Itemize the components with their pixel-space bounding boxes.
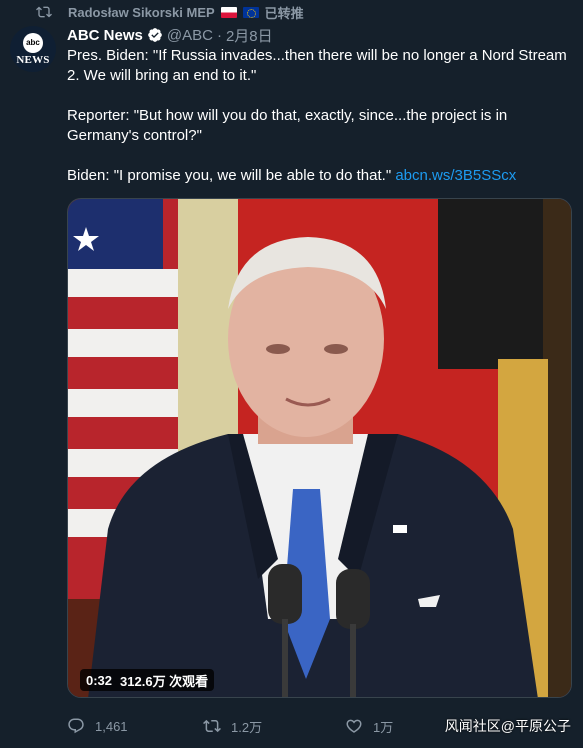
tweet-date[interactable]: 2月8日 <box>226 25 273 46</box>
poland-flag-icon <box>220 6 237 18</box>
tweet-body: Pres. Biden: "If Russia invades...then t… <box>67 46 572 186</box>
avatar[interactable]: abc NEWS <box>10 26 56 72</box>
article-link[interactable]: abcn.ws/3B5SScx <box>395 167 516 184</box>
retweet-icon <box>36 6 52 18</box>
video-player[interactable] <box>67 198 572 698</box>
tweet-quote: Biden: "I promise you, we will be able t… <box>67 167 392 184</box>
retweeted-label: 已转推 <box>264 5 304 21</box>
retweet-context: Radosław Sikorski MEP 已转推 <box>36 2 304 22</box>
retweet-count: 1.2万 <box>231 719 263 735</box>
separator-dot: · <box>216 26 222 44</box>
verified-badge-icon <box>148 28 162 42</box>
video-views: 312.6万 次观看 <box>120 673 209 689</box>
abc-logo-icon: abc <box>23 32 43 53</box>
reply-count: 1,461 <box>95 718 128 734</box>
reply-button[interactable]: 1,461 <box>67 714 128 738</box>
retweet-button[interactable]: 1.2万 <box>203 714 262 738</box>
video-duration: 0:32 <box>86 672 113 688</box>
avatar-news-text: NEWS <box>16 53 50 66</box>
eu-flag-icon <box>242 6 259 18</box>
tweet-paragraph: Reporter: "But how will you do that, exa… <box>67 107 508 144</box>
like-button[interactable]: 1万 <box>345 714 393 738</box>
like-count: 1万 <box>373 719 394 735</box>
retweeter-name[interactable]: Radosław Sikorski MEP <box>68 5 215 20</box>
reply-icon <box>68 718 84 734</box>
watermark-text: 风闻社区@平原公子 <box>444 718 571 734</box>
heart-icon <box>346 719 362 733</box>
author-name[interactable]: ABC News <box>67 27 143 44</box>
tweet-paragraph: Pres. Biden: "If Russia invades...then t… <box>67 47 567 84</box>
author-handle[interactable]: @ABC <box>167 27 213 44</box>
video-frame-image <box>68 199 571 697</box>
video-info-badge: 0:32 312.6万 次观看 <box>80 669 215 691</box>
tweet-header: ABC News @ABC · 2月8日 <box>67 25 273 45</box>
retweet-icon <box>203 719 221 733</box>
tweet-paragraph-with-link: Biden: "I promise you, we will be able t… <box>67 166 572 186</box>
